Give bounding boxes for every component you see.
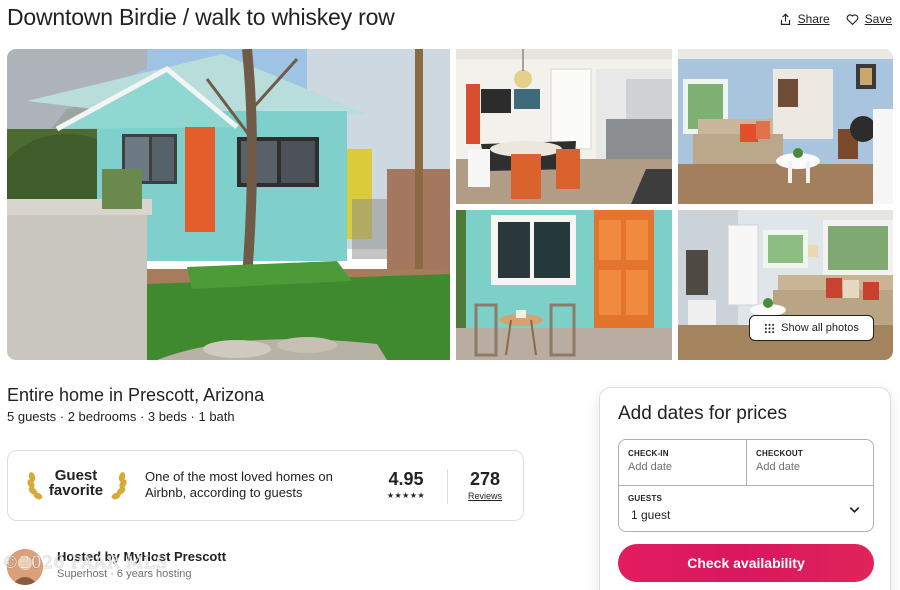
guest-favorite-card: Guest favorite One of the most loved hom… (7, 450, 524, 521)
guests-select[interactable]: GUESTS 1 guest (619, 485, 873, 531)
checkin-field[interactable]: CHECK-IN Add date (619, 440, 747, 485)
share-button[interactable]: Share (779, 12, 830, 26)
show-all-label: Show all photos (781, 322, 859, 334)
rating-stars: ★★★★★ (386, 491, 426, 500)
dates-guests-box: CHECK-IN Add date CHECKOUT Add date GUES… (618, 439, 874, 532)
checkout-label: CHECKOUT (756, 449, 803, 458)
grid-icon (764, 323, 775, 333)
check-availability-button[interactable]: Check availability (618, 544, 874, 582)
chevron-down-icon (849, 507, 860, 514)
photo-living-room[interactable] (678, 49, 893, 204)
rating-value: 4.95 (388, 469, 424, 489)
card-divider (447, 469, 448, 504)
checkin-value: Add date (628, 461, 673, 473)
guests-label: GUESTS (628, 494, 663, 503)
booking-heading: Add dates for prices (618, 403, 787, 424)
listing-title: Downtown Birdie / walk to whiskey row (7, 4, 395, 30)
checkout-field[interactable]: CHECKOUT Add date (747, 440, 873, 485)
share-label: Share (797, 12, 830, 26)
photo-patio[interactable] (456, 210, 672, 360)
save-button[interactable]: Save (846, 12, 892, 26)
mls-watermark: ©2026 PAAR MLS (2, 553, 168, 573)
save-label: Save (864, 12, 892, 26)
photo-exterior[interactable] (7, 49, 450, 360)
home-type-location: Entire home in Prescott, Arizona (7, 385, 265, 405)
laurel-icon (111, 472, 127, 500)
laurel-icon (27, 472, 43, 500)
photo-dining[interactable] (456, 49, 672, 204)
top-actions: Share Save (779, 12, 892, 26)
guest-favorite-label: Guest favorite (48, 467, 104, 499)
checkout-value: Add date (756, 461, 801, 473)
photo-gallery: Show all photos (7, 49, 893, 360)
home-stats: 5 guests · 2 bedrooms · 3 beds · 1 bath (7, 409, 235, 424)
checkin-label: CHECK-IN (628, 449, 669, 458)
guests-value: 1 guest (631, 508, 671, 522)
reviews-count[interactable]: 278 (458, 469, 512, 490)
booking-card: Add dates for prices CHECK-IN Add date C… (599, 387, 891, 590)
share-icon (780, 12, 790, 25)
heart-icon (846, 13, 858, 25)
guest-favorite-description: One of the most loved homes on Airbnb, a… (145, 469, 333, 500)
show-all-photos-button[interactable]: Show all photos (749, 315, 874, 341)
reviews-link[interactable]: Reviews (458, 491, 512, 501)
